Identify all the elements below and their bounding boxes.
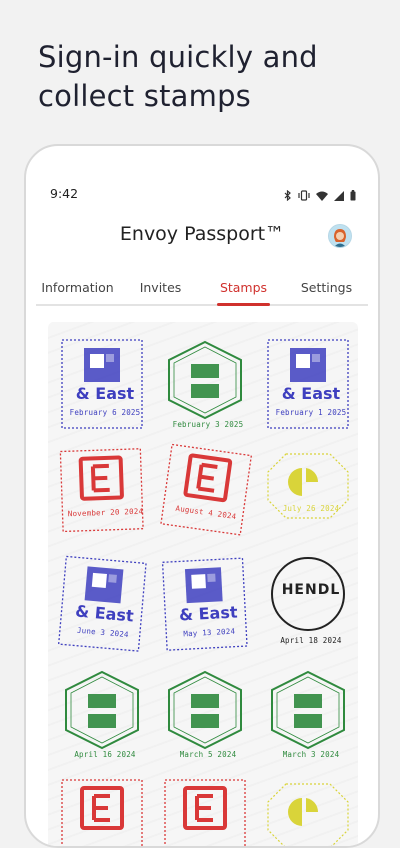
wifi-icon — [316, 186, 328, 205]
tab-bar: Information Invites Stamps Settings — [36, 268, 368, 306]
status-bar: 9:42 — [26, 146, 378, 202]
app-title: Envoy Passport™ — [119, 223, 285, 245]
tab-settings[interactable]: Settings — [285, 268, 368, 304]
stamp-item[interactable]: April 16 2024 — [60, 668, 150, 768]
stamp-date: April 18 2024 — [280, 636, 342, 645]
east-stamp-icon — [57, 554, 155, 652]
stamp-item[interactable]: November 20 2024 — [58, 446, 151, 549]
stamp-item[interactable] — [60, 778, 150, 846]
e-square-stamp-icon — [58, 446, 148, 533]
tab-invites[interactable]: Invites — [119, 268, 202, 304]
stamp-item[interactable]: August 4 2024 — [156, 442, 259, 554]
tab-stamps[interactable]: Stamps — [202, 268, 285, 306]
stamp-date: February 1 2025 — [275, 408, 347, 417]
stamp-item[interactable]: March 5 2024 — [163, 668, 253, 768]
stamp-item[interactable]: HENDL April 18 2024 — [266, 557, 356, 658]
status-time: 9:42 — [50, 186, 79, 201]
battery-icon — [350, 186, 356, 205]
stamp-item[interactable]: July 26 2024 — [266, 448, 356, 548]
vibrate-icon — [298, 186, 310, 205]
tab-information[interactable]: Information — [36, 268, 119, 304]
signal-icon — [334, 186, 344, 205]
stamp-date: July 26 2024 — [282, 504, 340, 513]
stamp-item[interactable]: & East February 1 2025 — [266, 338, 356, 438]
e-square-stamp-icon — [160, 442, 259, 536]
stamps-panel: & East February 6 2025 February 3 2025 & … — [48, 322, 358, 846]
stamp-label: & East — [75, 384, 135, 403]
bluetooth-icon — [284, 186, 292, 205]
stamp-item[interactable]: February 3 2025 — [163, 338, 253, 438]
stamp-date: April 16 2024 — [74, 750, 136, 759]
stamp-date: March 5 2024 — [179, 750, 237, 759]
stamp-label: & East — [281, 384, 341, 403]
avatar-icon — [329, 225, 351, 247]
stamp-date: February 6 2025 — [69, 408, 141, 417]
east-stamp-icon — [160, 556, 250, 651]
stamp-item[interactable]: & East June 3 2024 — [56, 554, 154, 661]
stamp-item[interactable]: & East May 13 2024 — [160, 556, 255, 661]
stamp-item[interactable] — [163, 778, 253, 846]
stamp-date: March 3 2024 — [282, 750, 340, 759]
stamp-date: February 3 2025 — [172, 420, 244, 429]
phone-frame: 9:42 Envoy Passport™ Information Invites… — [24, 144, 380, 848]
stamp-label: HENDL — [281, 582, 341, 598]
stamp-item[interactable] — [266, 778, 356, 846]
status-icons — [284, 186, 356, 205]
promo-headline: Sign-in quickly and collect stamps — [38, 40, 318, 113]
stamp-item[interactable]: & East February 6 2025 — [60, 338, 150, 438]
avatar[interactable] — [328, 224, 352, 248]
stamp-item[interactable]: March 3 2024 — [266, 668, 356, 768]
